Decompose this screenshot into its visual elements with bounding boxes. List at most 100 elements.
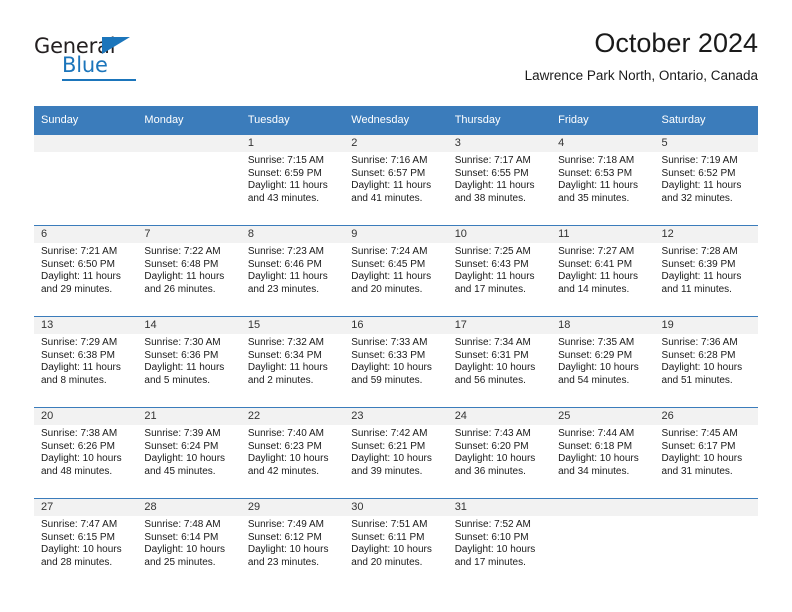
day-cell: 21 Sunrise: 7:39 AM Sunset: 6:24 PM Dayligh… [137,408,241,498]
calendar-day-cell[interactable]: 12 Sunrise: 7:28 AM Sunset: 6:39 PM Dayligh… [654,225,758,317]
sunset-time: Sunset: 6:39 PM [661,258,736,270]
daylight-duration-line1: Daylight: 10 hours [661,362,743,374]
day-details: Sunrise: 7:30 AM Sunset: 6:36 PM Daylight:… [137,334,240,387]
day-number: 7 [137,226,241,243]
day-number: 31 [447,499,552,516]
daylight-duration-line2: and 20 minutes. [351,283,423,295]
daylight-duration-line1: Daylight: 11 hours [661,271,742,283]
calendar-day-cell[interactable]: 19 Sunrise: 7:36 AM Sunset: 6:28 PM Dayligh… [654,316,758,408]
daylight-duration-line1: Daylight: 10 hours [41,544,122,556]
day-details: Sunrise: 7:19 AM Sunset: 6:52 PM Daylight:… [655,152,758,205]
blue-triangle-icon [102,37,130,54]
calendar-day-cell[interactable]: 7 Sunrise: 7:22 AM Sunset: 6:48 PM Daylight… [137,225,241,317]
calendar-day-cell[interactable]: 21 Sunrise: 7:39 AM Sunset: 6:24 PM Dayligh… [137,407,241,499]
daylight-duration-line2: and 34 minutes. [558,465,630,477]
day-cell: 8 Sunrise: 7:23 AM Sunset: 6:46 PM Daylight… [240,226,345,316]
day-cell-empty [551,499,655,589]
sunrise-time: Sunrise: 7:32 AM [247,337,324,348]
calendar-day-cell[interactable]: 17 Sunrise: 7:34 AM Sunset: 6:31 PM Dayligh… [447,316,552,408]
calendar-day-cell[interactable]: 2 Sunrise: 7:16 AM Sunset: 6:57 PM Daylight… [344,134,448,226]
calendar-day-cell[interactable]: 9 Sunrise: 7:24 AM Sunset: 6:45 PM Daylight… [344,225,448,317]
sunrise-time: Sunrise: 7:38 AM [41,428,118,439]
day-number: 13 [34,317,138,334]
daylight-duration-line2: and 32 minutes. [661,192,733,204]
daylight-duration-line2: and 25 minutes. [144,556,216,568]
calendar-day-cell [34,134,138,226]
calendar-day-cell[interactable]: 15 Sunrise: 7:32 AM Sunset: 6:34 PM Dayligh… [240,316,345,408]
day-details: Sunrise: 7:29 AM Sunset: 6:38 PM Daylight:… [34,334,137,387]
calendar-day-cell [551,498,655,589]
calendar-day-cell[interactable]: 23 Sunrise: 7:42 AM Sunset: 6:21 PM Dayligh… [344,407,448,499]
calendar-day-cell[interactable]: 11 Sunrise: 7:27 AM Sunset: 6:41 PM Dayligh… [551,225,655,317]
sunset-time: Sunset: 6:12 PM [247,531,322,543]
day-details: Sunrise: 7:38 AM Sunset: 6:26 PM Daylight:… [34,425,137,478]
calendar-day-cell[interactable]: 4 Sunrise: 7:18 AM Sunset: 6:53 PM Daylight… [551,134,655,226]
day-cell-empty [34,135,138,225]
logo-underline [62,79,136,81]
calendar-day-cell[interactable]: 25 Sunrise: 7:44 AM Sunset: 6:18 PM Dayligh… [551,407,655,499]
general-blue-logo: General Blue [34,34,174,84]
calendar-day-cell[interactable]: 16 Sunrise: 7:33 AM Sunset: 6:33 PM Dayligh… [344,316,448,408]
calendar-day-cell[interactable]: 8 Sunrise: 7:23 AM Sunset: 6:46 PM Daylight… [240,225,345,317]
calendar-day-cell[interactable]: 28 Sunrise: 7:48 AM Sunset: 6:14 PM Dayligh… [137,498,241,589]
sunrise-time: Sunrise: 7:43 AM [454,428,531,439]
daylight-duration-line2: and 43 minutes. [247,192,320,204]
sunrise-time: Sunrise: 7:15 AM [247,155,324,166]
day-number: 19 [654,317,758,334]
daylight-duration-line1: Daylight: 11 hours [247,180,328,192]
calendar-day-cell[interactable]: 18 Sunrise: 7:35 AM Sunset: 6:29 PM Dayligh… [551,316,655,408]
calendar-day-cell[interactable]: 30 Sunrise: 7:51 AM Sunset: 6:11 PM Dayligh… [344,498,448,589]
sunrise-time: Sunrise: 7:39 AM [144,428,221,439]
day-number: 17 [447,317,552,334]
daylight-duration-line2: and 42 minutes. [247,465,320,477]
daylight-duration-line1: Daylight: 10 hours [144,544,226,556]
daylight-duration-line2: and 17 minutes. [454,283,526,295]
calendar-week-row: 1 Sunrise: 7:15 AM Sunset: 6:59 PM Daylight… [34,134,758,226]
day-details: Sunrise: 7:23 AM Sunset: 6:46 PM Daylight:… [241,243,344,296]
calendar-day-cell[interactable]: 26 Sunrise: 7:45 AM Sunset: 6:17 PM Dayligh… [654,407,758,499]
calendar-day-cell[interactable]: 27 Sunrise: 7:47 AM Sunset: 6:15 PM Dayligh… [34,498,138,589]
calendar-day-cell[interactable]: 14 Sunrise: 7:30 AM Sunset: 6:36 PM Dayligh… [137,316,241,408]
sunset-time: Sunset: 6:10 PM [454,531,529,543]
calendar-day-cell[interactable]: 31 Sunrise: 7:52 AM Sunset: 6:10 PM Dayligh… [447,498,552,589]
day-number: 2 [344,135,448,152]
calendar-day-cell[interactable]: 5 Sunrise: 7:19 AM Sunset: 6:52 PM Daylight… [654,134,758,226]
daylight-duration-line2: and 41 minutes. [351,192,423,204]
sunset-time: Sunset: 6:53 PM [558,167,633,179]
day-number: 4 [551,135,655,152]
day-number: 9 [344,226,448,243]
day-details: Sunrise: 7:52 AM Sunset: 6:10 PM Daylight:… [448,516,551,569]
calendar-day-cell[interactable]: 22 Sunrise: 7:40 AM Sunset: 6:23 PM Dayligh… [240,407,345,499]
daylight-duration-line2: and 5 minutes. [144,374,211,386]
calendar-day-cell[interactable]: 24 Sunrise: 7:43 AM Sunset: 6:20 PM Dayligh… [447,407,552,499]
day-cell: 15 Sunrise: 7:32 AM Sunset: 6:34 PM Dayligh… [240,317,345,407]
day-cell: 22 Sunrise: 7:40 AM Sunset: 6:23 PM Dayligh… [240,408,345,498]
day-cell: 4 Sunrise: 7:18 AM Sunset: 6:53 PM Daylight… [551,135,655,225]
sunrise-time: Sunrise: 7:30 AM [144,337,221,348]
calendar-day-cell[interactable]: 10 Sunrise: 7:25 AM Sunset: 6:43 PM Dayligh… [447,225,552,317]
day-cell: 20 Sunrise: 7:38 AM Sunset: 6:26 PM Dayligh… [34,408,138,498]
calendar-day-cell[interactable]: 20 Sunrise: 7:38 AM Sunset: 6:26 PM Dayligh… [34,407,138,499]
daylight-duration-line2: and 28 minutes. [41,556,113,568]
sunset-time: Sunset: 6:34 PM [247,349,322,361]
sunset-time: Sunset: 6:52 PM [661,167,736,179]
calendar-day-cell[interactable]: 13 Sunrise: 7:29 AM Sunset: 6:38 PM Dayligh… [34,316,138,408]
day-details: Sunrise: 7:33 AM Sunset: 6:33 PM Daylight:… [344,334,447,387]
day-details: Sunrise: 7:25 AM Sunset: 6:43 PM Daylight:… [448,243,551,296]
sunrise-time: Sunrise: 7:16 AM [351,155,428,166]
day-details: Sunrise: 7:48 AM Sunset: 6:14 PM Daylight:… [137,516,240,569]
day-number [34,135,138,152]
logo-word-blue: Blue [62,53,108,77]
calendar-day-cell[interactable]: 1 Sunrise: 7:15 AM Sunset: 6:59 PM Daylight… [240,134,345,226]
daylight-duration-line1: Daylight: 11 hours [41,271,121,283]
calendar-day-cell[interactable]: 6 Sunrise: 7:21 AM Sunset: 6:50 PM Daylight… [34,225,138,317]
daylight-duration-line2: and 39 minutes. [351,465,423,477]
calendar-day-cell[interactable]: 29 Sunrise: 7:49 AM Sunset: 6:12 PM Dayligh… [240,498,345,589]
daylight-duration-line1: Daylight: 10 hours [41,453,122,465]
day-number: 15 [240,317,345,334]
day-cell-empty [137,135,241,225]
calendar-day-cell[interactable]: 3 Sunrise: 7:17 AM Sunset: 6:55 PM Daylight… [447,134,552,226]
sunrise-time: Sunrise: 7:49 AM [247,519,324,530]
day-cell: 3 Sunrise: 7:17 AM Sunset: 6:55 PM Daylight… [447,135,552,225]
daylight-duration-line1: Daylight: 11 hours [144,271,225,283]
